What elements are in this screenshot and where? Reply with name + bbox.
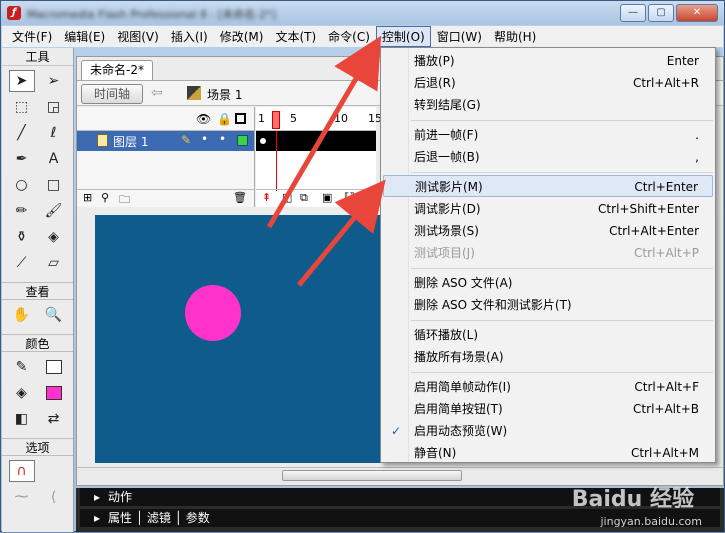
app-window: ƒ Macromedia Flash Professional 8 - [未命名… — [0, 0, 725, 532]
arrow-to-test-movie — [297, 179, 386, 287]
annotation-arrows — [266, 35, 386, 287]
watermark-url: jingyan.baidu.com — [600, 515, 702, 528]
baidu-watermark: Baidu 经验 — [571, 487, 694, 512]
arrow-to-control-menu — [266, 35, 382, 229]
